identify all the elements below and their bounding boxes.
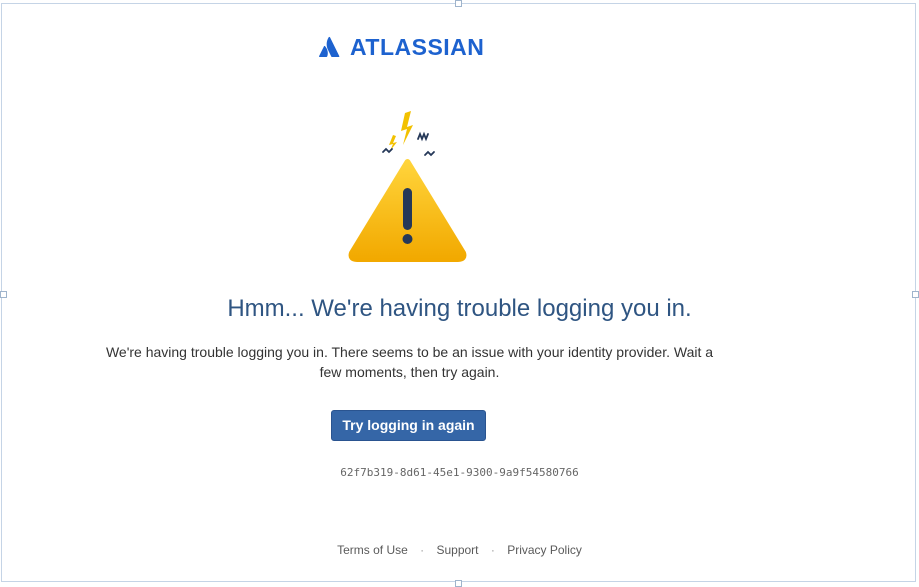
resize-handle-top[interactable]	[455, 0, 462, 7]
privacy-policy-link[interactable]: Privacy Policy	[507, 543, 582, 557]
error-trace-id: 62f7b319-8d61-45e1-9300-9a9f54580766	[340, 466, 579, 479]
warning-triangle-icon	[348, 111, 467, 262]
support-link[interactable]: Support	[436, 543, 478, 557]
atlassian-logo-icon	[319, 36, 340, 57]
retry-login-button[interactable]: Try logging in again	[331, 410, 486, 441]
window-frame	[1, 3, 916, 582]
error-heading: Hmm... We're having trouble logging you …	[227, 295, 692, 322]
footer-separator: ·	[420, 543, 425, 557]
footer-separator: ·	[490, 543, 495, 557]
error-message: We're having trouble logging you in. The…	[105, 344, 714, 380]
footer-links: Terms of Use · Support · Privacy Policy	[0, 542, 919, 558]
terms-of-use-link[interactable]: Terms of Use	[337, 543, 408, 557]
brand-name: ATLASSIAN	[350, 34, 485, 60]
atlassian-logo: ATLASSIAN	[318, 33, 484, 61]
